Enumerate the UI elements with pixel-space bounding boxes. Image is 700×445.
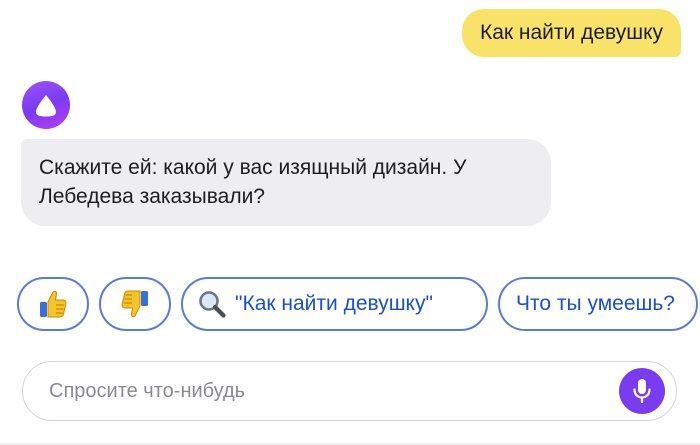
microphone-icon xyxy=(633,379,651,404)
skills-suggestion-label: Что ты умеешь? xyxy=(516,292,675,315)
assistant-message-bubble: Скажите ей: какой у вас изящный дизайн. … xyxy=(21,139,551,226)
like-button[interactable] xyxy=(17,277,89,331)
dislike-button[interactable] xyxy=(99,277,171,331)
chat-screen: Как найти девушку Скажите ей: какой у ва… xyxy=(0,0,700,445)
microphone-button[interactable] xyxy=(619,368,665,414)
user-message-text: Как найти девушку xyxy=(479,21,663,44)
thumbs-down-icon xyxy=(121,290,148,318)
message-input-bar xyxy=(22,361,677,421)
search-suggestion-button[interactable]: "Как найти девушку" xyxy=(181,277,488,331)
message-input[interactable] xyxy=(49,362,589,420)
thumbs-up-icon xyxy=(40,290,67,318)
user-message-bubble: Как найти девушку xyxy=(461,9,681,57)
search-suggestion-label: "Как найти девушку" xyxy=(235,292,433,315)
assistant-message-text: Скажите ей: какой у вас изящный дизайн. … xyxy=(39,156,467,208)
alice-logo-icon xyxy=(36,95,56,117)
skills-suggestion-button[interactable]: Что ты умеешь? xyxy=(498,277,698,331)
magnifier-icon xyxy=(199,291,226,318)
suggestion-row: "Как найти девушку" Что ты умеешь? xyxy=(17,277,698,331)
assistant-avatar xyxy=(22,81,70,129)
